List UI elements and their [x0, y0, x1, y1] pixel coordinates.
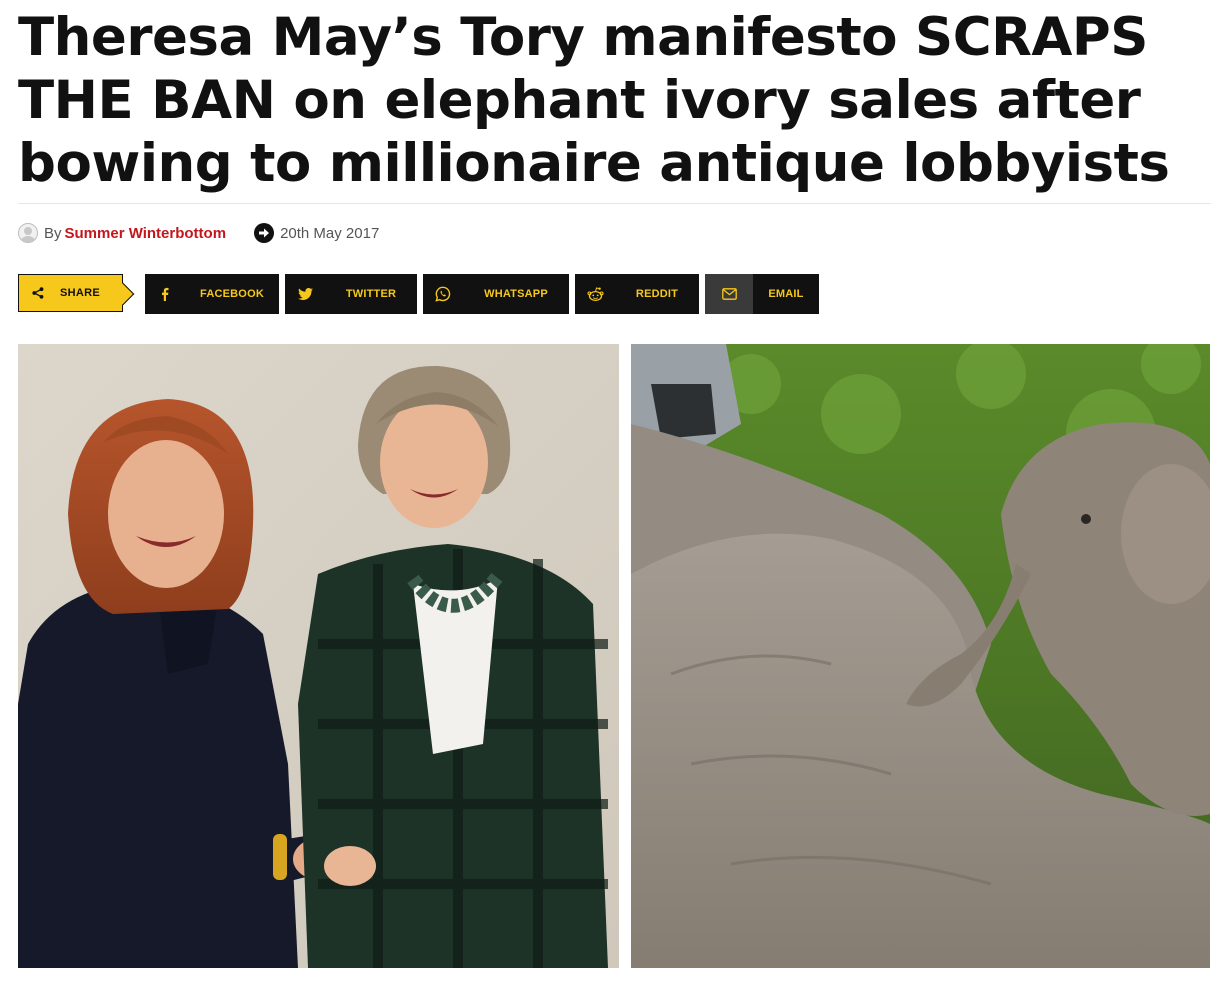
email-label: EMAIL	[768, 288, 804, 300]
article-meta: By Summer Winterbottom 20th May 2017	[18, 220, 379, 246]
author-link[interactable]: Summer Winterbottom	[65, 225, 227, 242]
headline-divider	[18, 203, 1211, 204]
byline-prefix: By	[44, 224, 62, 242]
envelope-icon	[705, 274, 753, 314]
whatsapp-icon	[423, 274, 463, 314]
reddit-share-button[interactable]: REDDIT	[575, 274, 699, 314]
photo-handshake	[18, 344, 619, 968]
publish-date: 20th May 2017	[280, 224, 380, 242]
twitter-icon	[285, 274, 325, 314]
facebook-icon	[145, 274, 185, 314]
share-tag[interactable]: SHARE	[18, 274, 123, 312]
reddit-icon	[575, 274, 615, 314]
photo-elephants	[631, 344, 1210, 968]
reddit-label: REDDIT	[635, 288, 679, 300]
author-avatar-icon	[18, 223, 38, 243]
whatsapp-share-button[interactable]: WHATSAPP	[423, 274, 569, 314]
arrow-right-circle-icon	[254, 223, 275, 243]
whatsapp-label: WHATSAPP	[484, 288, 548, 300]
share-icon	[32, 287, 44, 299]
facebook-label: FACEBOOK	[200, 288, 264, 300]
share-label: SHARE	[60, 287, 101, 299]
facebook-share-button[interactable]: FACEBOOK	[145, 274, 279, 314]
twitter-label: TWITTER	[345, 288, 397, 300]
article-headline: Theresa May’s Tory manifesto SCRAPS THE …	[18, 7, 1170, 194]
twitter-share-button[interactable]: TWITTER	[285, 274, 417, 314]
email-share-button[interactable]: EMAIL	[705, 274, 819, 314]
